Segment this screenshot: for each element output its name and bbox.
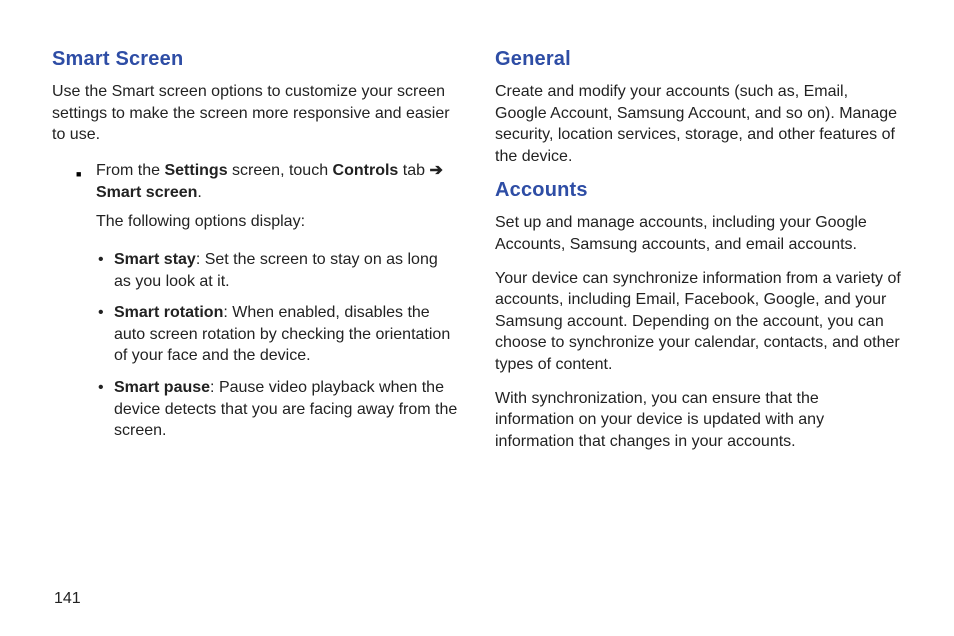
step-controls-label: Controls (333, 162, 399, 179)
left-column: Smart Screen Use the Smart screen option… (52, 48, 459, 464)
accounts-paragraph-2: Your device can synchronize information … (495, 268, 902, 376)
step-text: From the (96, 162, 164, 179)
general-paragraph: Create and modify your accounts (such as… (495, 81, 902, 167)
instruction-text: From the Settings screen, touch Controls… (96, 160, 459, 239)
page-number: 141 (54, 590, 81, 608)
step-text: . (197, 184, 201, 201)
right-column: General Create and modify your accounts … (495, 48, 902, 464)
accounts-paragraph-3: With synchronization, you can ensure tha… (495, 388, 902, 453)
option-smart-pause: • Smart pause: Pause video playback when… (102, 377, 459, 442)
step-smart-screen-label: Smart screen (96, 184, 197, 201)
options-list: • Smart stay: Set the screen to stay on … (102, 249, 459, 442)
heading-general: General (495, 48, 902, 71)
arrow-icon: ➔ (429, 162, 442, 179)
step-text: screen, touch (228, 162, 333, 179)
smart-screen-intro: Use the Smart screen options to customiz… (52, 81, 459, 146)
option-smart-rotation: • Smart rotation: When enabled, disables… (102, 302, 459, 367)
step-settings-label: Settings (164, 162, 227, 179)
option-name: Smart pause (114, 379, 210, 396)
bullet-icon: • (98, 377, 104, 399)
instruction-step: From the Settings screen, touch Controls… (76, 160, 459, 239)
step-text: tab (398, 162, 429, 179)
option-smart-stay: • Smart stay: Set the screen to stay on … (102, 249, 459, 292)
accounts-paragraph-1: Set up and manage accounts, including yo… (495, 212, 902, 255)
option-name: Smart rotation (114, 304, 223, 321)
bullet-icon: • (98, 302, 104, 324)
square-bullet-icon (76, 160, 96, 239)
heading-accounts: Accounts (495, 179, 902, 202)
bullet-icon: • (98, 249, 104, 271)
options-lead: The following options display: (96, 211, 459, 233)
option-name: Smart stay (114, 251, 196, 268)
heading-smart-screen: Smart Screen (52, 48, 459, 71)
two-column-layout: Smart Screen Use the Smart screen option… (52, 48, 902, 464)
